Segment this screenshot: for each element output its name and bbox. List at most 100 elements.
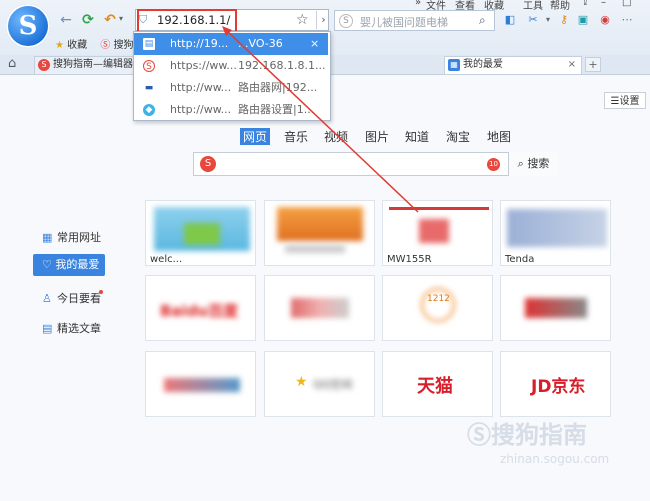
tile-logo xyxy=(525,298,587,318)
screenshot-icon[interactable]: ✂ xyxy=(526,13,540,27)
sidebar-label: 今日要看 xyxy=(57,292,101,305)
refresh-icon[interactable]: ⟳ xyxy=(80,12,96,28)
search-input[interactable]: 婴儿被国问题电梯 xyxy=(360,14,448,30)
home-icon[interactable]: ⌂ xyxy=(8,56,16,71)
site-tile[interactable]: welc... xyxy=(145,200,256,266)
watermark-label: 搜狗指南 xyxy=(491,421,587,449)
category-zhidao[interactable]: 知道 xyxy=(405,128,429,145)
tab-label: 搜狗指南—编辑器 xyxy=(53,59,133,70)
sidebar-item-today[interactable]: ♙ 今日要看 xyxy=(42,290,101,306)
suggestion-title: 192.168.1.8.1... xyxy=(238,59,326,72)
category-web[interactable]: 网页 xyxy=(240,128,271,145)
star-icon[interactable]: ☆ xyxy=(296,12,309,28)
suggestion-url: https://ww... xyxy=(170,59,237,72)
sidebar-item-articles[interactable]: ▤ 精选文章 xyxy=(42,320,101,336)
category-images[interactable]: 图片 xyxy=(365,128,389,145)
screenshot-dropdown-icon[interactable]: ▾ xyxy=(541,13,555,27)
site-tile[interactable] xyxy=(145,351,256,417)
tile-label: welc... xyxy=(150,254,183,265)
site-tile[interactable]: Baidu百度 xyxy=(145,275,256,341)
sidebar-item-favorites[interactable]: ♡ 我的最爱 xyxy=(33,254,105,276)
minimize-icon[interactable]: – xyxy=(601,0,606,8)
doc-icon: ▤ xyxy=(42,322,53,335)
tab-sogou-guide[interactable]: S 搜狗指南—编辑器 xyxy=(34,56,144,74)
tile-logo-text: 1212 xyxy=(427,294,450,304)
watermark-url: zhinan.sogou.com xyxy=(500,452,610,466)
settings-label: 设置 xyxy=(619,96,640,107)
bookmarks-bar: ★ 收藏 Ⓢ 搜狗 xyxy=(55,36,134,51)
new-tab-button[interactable]: + xyxy=(585,57,601,72)
page-search-input[interactable] xyxy=(193,152,558,176)
address-highlight-box xyxy=(137,9,237,33)
menu-file[interactable]: 文件 xyxy=(426,0,446,12)
tab-my-favorites[interactable]: ▦ 我的最爱 × xyxy=(444,56,582,74)
suggestion-item[interactable]: ▬ http://ww... 路由器网|192... xyxy=(134,77,328,99)
person-icon: ♙ xyxy=(42,292,52,305)
maximize-icon[interactable]: □ xyxy=(622,0,631,8)
site-tile[interactable]: ★ QQ空间 xyxy=(264,351,375,417)
translate-icon[interactable]: ▣ xyxy=(576,13,590,27)
search-engine-icon[interactable]: S xyxy=(339,14,353,28)
forward-chevron-icon[interactable]: › xyxy=(316,11,330,29)
suggestion-item[interactable]: ▤ http://19... ...VO-36 × xyxy=(134,33,328,55)
fav-star-icon: ★ xyxy=(55,40,64,51)
tile-thumbnail xyxy=(419,219,449,243)
page-icon: ▤ xyxy=(143,38,155,50)
site-tile[interactable]: MW155R xyxy=(382,200,493,266)
menu-double-chevron-icon[interactable]: » xyxy=(415,0,421,8)
pin-icon[interactable]: ⇪ xyxy=(581,0,589,8)
suggestion-title: ...VO-36 xyxy=(238,37,283,50)
tile-logo xyxy=(164,378,240,392)
site-tile[interactable] xyxy=(264,275,375,341)
key-icon[interactable]: ⚷ xyxy=(557,13,571,27)
sidebar-item-common-sites[interactable]: ▦ 常用网址 xyxy=(42,229,101,245)
close-icon[interactable]: × xyxy=(568,57,576,73)
site-tile[interactable]: Tenda xyxy=(500,200,611,266)
suggestion-title: 路由器网|192... xyxy=(238,81,318,94)
site-tile[interactable]: 天猫 xyxy=(382,351,493,417)
category-music[interactable]: 音乐 xyxy=(284,128,308,145)
jd-logo: JD京东 xyxy=(531,377,586,397)
tile-thumbnail xyxy=(507,209,607,247)
suggestion-url: http://19... xyxy=(170,37,229,50)
tile-thumbnail-detail xyxy=(184,223,220,245)
sogou-logo[interactable]: S xyxy=(6,4,50,48)
bird-icon: ◆ xyxy=(143,104,155,116)
logo-glyph: S xyxy=(18,11,38,41)
tile-thumbnail-bar xyxy=(389,207,489,210)
search-icon[interactable]: ⌕ xyxy=(479,13,486,28)
suggestion-item[interactable]: S https://ww... 192.168.1.8.1... xyxy=(134,55,328,77)
category-map[interactable]: 地图 xyxy=(487,128,511,145)
undo-icon[interactable]: ↶ xyxy=(102,12,118,28)
category-video[interactable]: 视频 xyxy=(324,128,348,145)
sogou-tab-icon: S xyxy=(38,59,50,71)
site-tile[interactable]: JD京东 xyxy=(500,351,611,417)
search-bar[interactable]: S 婴儿被国问题电梯 ⌕ xyxy=(334,10,495,31)
undo-dropdown-icon[interactable]: ▾ xyxy=(119,14,123,23)
baidu-logo: Baidu百度 xyxy=(160,302,239,320)
favorites-icon[interactable]: ◧ xyxy=(503,13,517,27)
menu-view[interactable]: 查看 xyxy=(455,0,475,12)
tmall-logo: 天猫 xyxy=(417,376,453,397)
more-icon[interactable]: ⋯ xyxy=(620,13,634,27)
weibo-icon[interactable]: ◉ xyxy=(598,13,612,27)
site-tile[interactable] xyxy=(264,200,375,266)
sidebar-label: 常用网址 xyxy=(57,231,101,244)
category-taobao[interactable]: 淘宝 xyxy=(446,128,470,145)
bookmark-favorites[interactable]: 收藏 xyxy=(67,40,87,51)
site-tile[interactable]: 1212 xyxy=(382,275,493,341)
search-button-label: 搜索 xyxy=(527,157,550,170)
bookmark-sogou[interactable]: 搜狗 xyxy=(114,40,134,51)
menu-favorites[interactable]: 收藏 xyxy=(484,0,504,12)
watermark-logo-icon: Ⓢ xyxy=(467,421,491,449)
menu-help[interactable]: 帮助 xyxy=(550,0,570,12)
tile-logo xyxy=(291,298,349,318)
site-tile[interactable] xyxy=(500,275,611,341)
settings-button[interactable]: ☰设置 xyxy=(604,92,646,109)
back-arrow-icon[interactable]: ← xyxy=(58,12,74,28)
sogou-icon: S xyxy=(143,60,155,72)
close-icon[interactable]: × xyxy=(310,33,319,55)
search-button[interactable]: ⌕ 搜索 xyxy=(508,152,558,176)
suggestion-item[interactable]: ◆ http://ww... 路由器设置|1... xyxy=(134,99,328,121)
menu-tools[interactable]: 工具 xyxy=(523,0,543,12)
